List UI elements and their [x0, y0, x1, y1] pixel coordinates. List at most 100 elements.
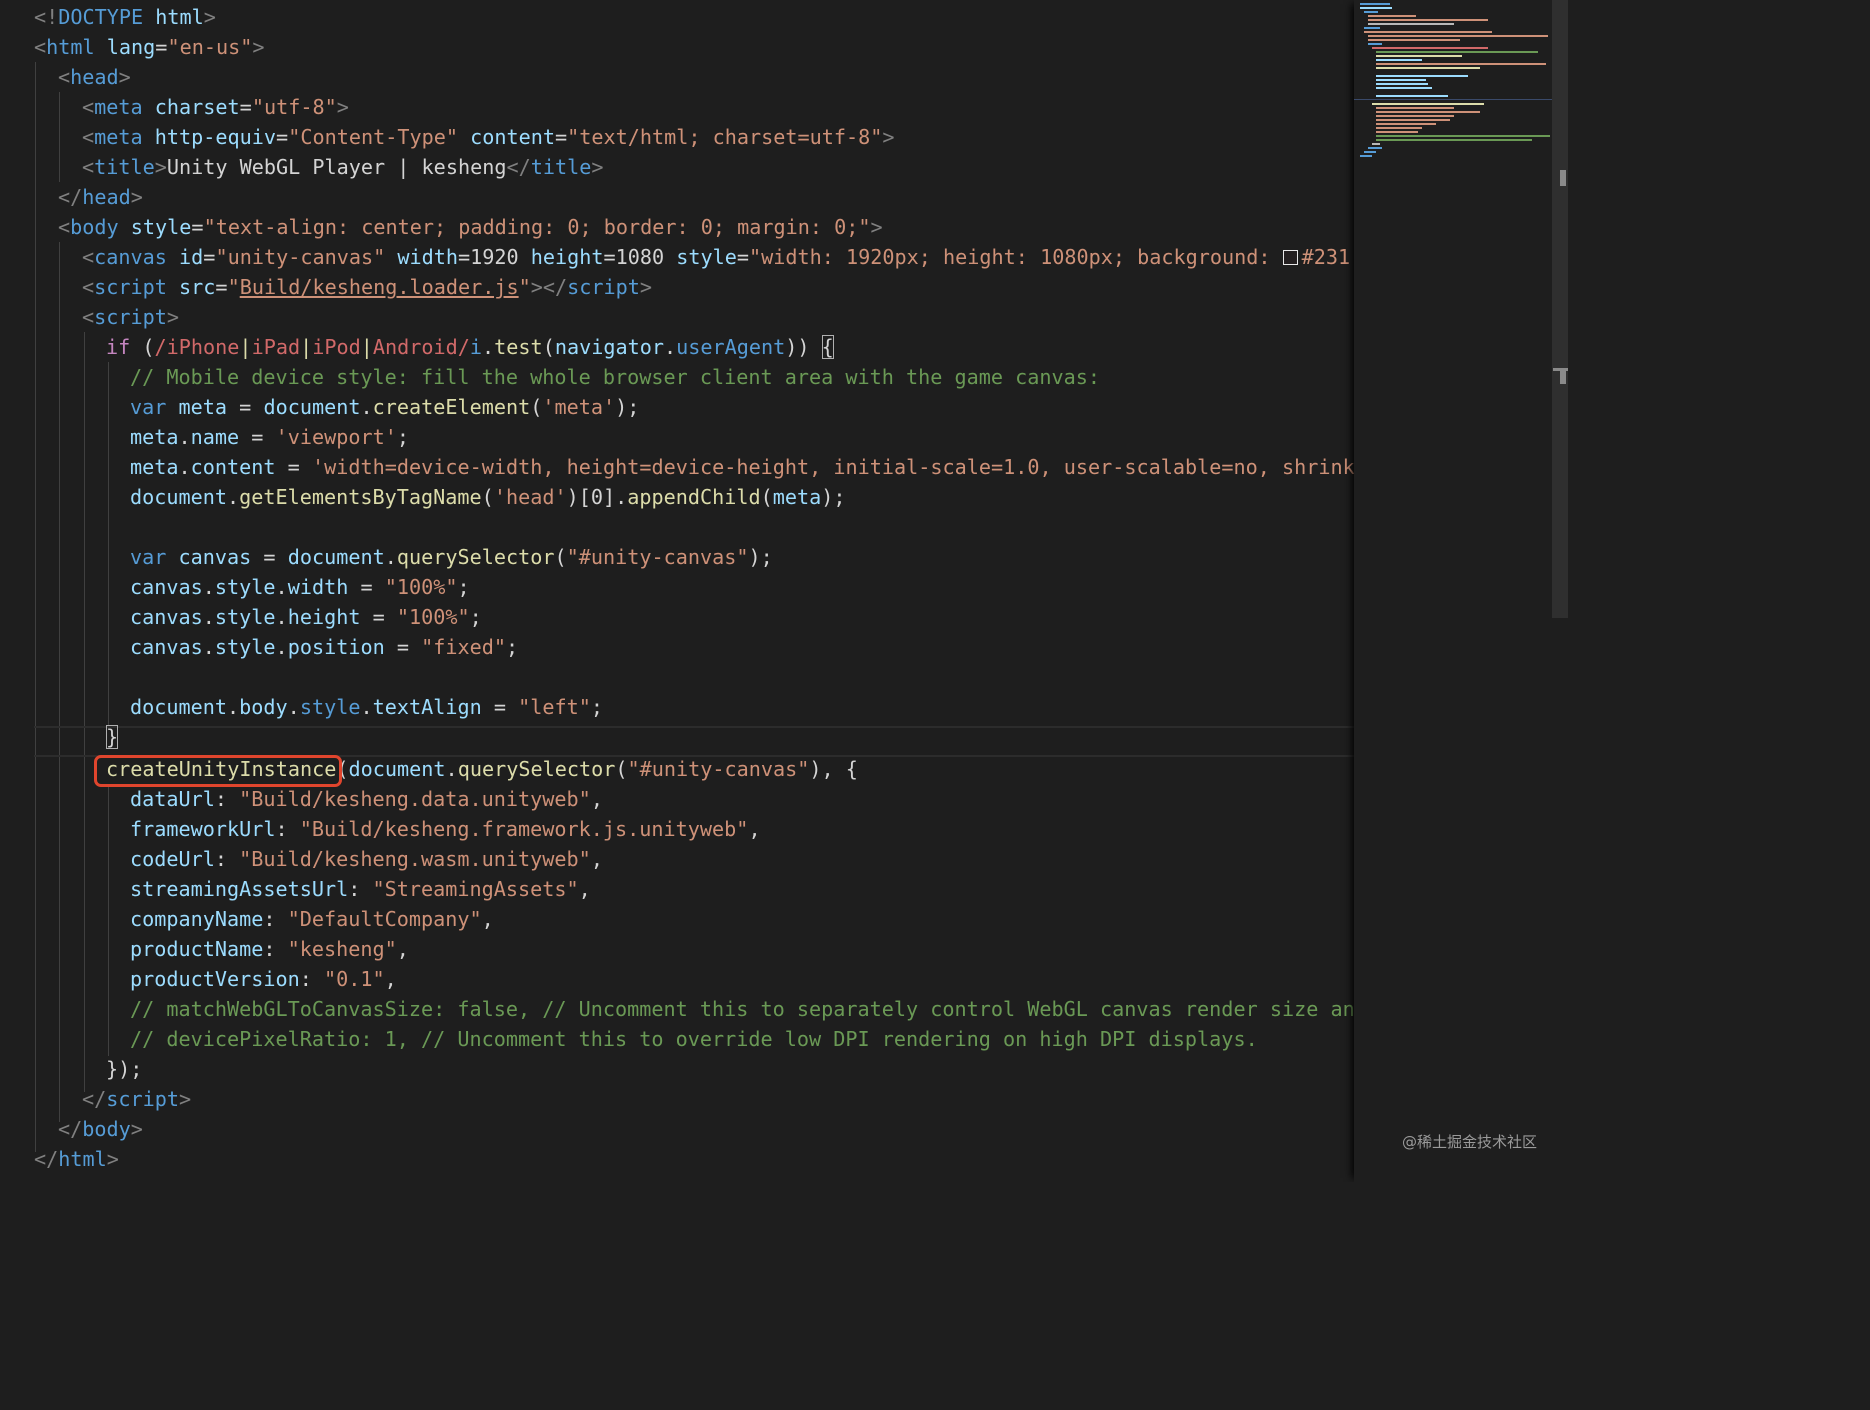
- code-line[interactable]: canvas.style.position = "fixed";: [130, 632, 518, 662]
- code-line[interactable]: streamingAssetsUrl: "StreamingAssets",: [130, 874, 591, 904]
- token: "Build/kesheng.framework.js.unityweb": [299, 817, 749, 841]
- code-line[interactable]: <head>: [58, 62, 131, 92]
- token: =: [215, 275, 228, 299]
- code-line[interactable]: companyName: "DefaultCompany",: [130, 904, 494, 934]
- color-swatch-icon[interactable]: [1282, 250, 1298, 265]
- minimap-line: [1376, 87, 1432, 89]
- token: =: [155, 35, 168, 59]
- code-line[interactable]: </head>: [58, 182, 143, 212]
- token: <: [82, 305, 95, 329]
- code-line[interactable]: // matchWebGLToCanvasSize: false, // Unc…: [130, 994, 1354, 1024]
- token: title: [530, 155, 592, 179]
- token: body: [239, 695, 288, 719]
- token: var: [130, 545, 167, 569]
- token: "100%": [384, 575, 458, 599]
- token: textAlign: [372, 695, 482, 719]
- token: src: [166, 275, 216, 299]
- code-line[interactable]: meta.content = 'width=device-width, heig…: [130, 452, 1354, 482]
- minimap-line: [1364, 151, 1376, 153]
- code-line[interactable]: canvas.style.height = "100%";: [130, 602, 482, 632]
- token: codeUrl: [130, 847, 215, 871]
- token: canvas: [94, 245, 167, 269]
- token: canvas: [130, 575, 203, 599]
- code-line[interactable]: <!DOCTYPE html>: [34, 2, 216, 32]
- token: head: [70, 65, 119, 89]
- code-line[interactable]: var meta = document.createElement('meta'…: [130, 392, 639, 422]
- code-line[interactable]: frameworkUrl: "Build/kesheng.framework.j…: [130, 814, 761, 844]
- token: ;: [590, 695, 604, 719]
- token: "left": [518, 695, 591, 719]
- code-line[interactable]: canvas.style.width = "100%";: [130, 572, 470, 602]
- scrollbar-thumb[interactable]: [1552, 0, 1568, 618]
- code-line[interactable]: }: [106, 722, 119, 752]
- code-line[interactable]: productName: "kesheng",: [130, 934, 409, 964]
- code-line[interactable]: codeUrl: "Build/kesheng.wasm.unityweb",: [130, 844, 603, 874]
- token: userAgent: [676, 335, 786, 359]
- token: .: [227, 485, 240, 509]
- minimap-line: [1368, 147, 1382, 149]
- token: id: [166, 245, 204, 269]
- token: .: [202, 605, 215, 629]
- token: style: [214, 605, 276, 629]
- code-line[interactable]: <script>: [82, 302, 179, 332]
- token: </: [58, 1117, 83, 1141]
- code-line[interactable]: dataUrl: "Build/kesheng.data.unityweb",: [130, 784, 603, 814]
- indent-guide: [84, 332, 85, 1092]
- code-line[interactable]: <canvas id="unity-canvas" width=1920 hei…: [82, 242, 1350, 272]
- file-link[interactable]: Build/kesheng.loader.js: [240, 275, 519, 299]
- code-line[interactable]: <script src="Build/kesheng.loader.js"></…: [82, 272, 652, 302]
- code-line[interactable]: document.body.style.textAlign = "left";: [130, 692, 603, 722]
- token: >: [203, 5, 216, 29]
- token: "#unity-canvas": [566, 545, 749, 569]
- minimap-line: [1376, 135, 1550, 137]
- token: ": [227, 275, 240, 299]
- token: .: [275, 575, 288, 599]
- minimap-line: [1360, 7, 1392, 9]
- token: .: [482, 335, 495, 359]
- token: (: [130, 335, 155, 359]
- token: );: [615, 395, 640, 419]
- token: =: [191, 215, 204, 239]
- code-line[interactable]: </body>: [58, 1114, 143, 1144]
- token: :: [214, 847, 240, 871]
- token: meta: [130, 425, 179, 449]
- token: ), {: [809, 757, 858, 781]
- token: height: [518, 245, 604, 269]
- code-line[interactable]: document.getElementsByTagName('head')[0]…: [130, 482, 846, 512]
- code-line[interactable]: meta.name = 'viewport';: [130, 422, 409, 452]
- vertical-scrollbar[interactable]: [1552, 0, 1568, 1182]
- token: .: [202, 635, 215, 659]
- token: "DefaultCompany": [287, 907, 482, 931]
- token: getElementsByTagName: [239, 485, 482, 509]
- scrollbar-marker: [1560, 170, 1566, 186]
- code-area[interactable]: <!DOCTYPE html> <html lang="en-us"> <hea…: [0, 0, 1354, 1182]
- token: :: [214, 787, 240, 811]
- code-line[interactable]: });: [106, 1054, 142, 1084]
- token: >: [166, 305, 180, 329]
- token: dataUrl: [130, 787, 215, 811]
- code-line[interactable]: if (/iPhone|iPad|iPod|Android/i.test(nav…: [106, 332, 834, 362]
- annotation-highlight-box: [94, 755, 342, 787]
- code-line[interactable]: <meta http-equiv="Content-Type" content=…: [82, 122, 895, 152]
- code-line[interactable]: <meta charset="utf-8">: [82, 92, 349, 122]
- token: </: [34, 1147, 59, 1171]
- code-line[interactable]: </html>: [34, 1144, 119, 1174]
- minimap-line: [1372, 47, 1488, 49]
- minimap-line: [1376, 51, 1538, 53]
- token: |: [300, 335, 313, 359]
- code-line[interactable]: <body style="text-align: center; padding…: [58, 212, 883, 242]
- token: <: [82, 245, 95, 269]
- minimap[interactable]: [1354, 0, 1552, 1182]
- code-line[interactable]: // Mobile device style: fill the whole b…: [130, 362, 1100, 392]
- token: document: [130, 695, 228, 719]
- code-line[interactable]: var canvas = document.querySelector("#un…: [130, 542, 773, 572]
- code-line[interactable]: <html lang="en-us">: [34, 32, 264, 62]
- token: <: [58, 65, 71, 89]
- code-line[interactable]: <title>Unity WebGL Player | kesheng</tit…: [82, 152, 604, 182]
- code-editor[interactable]: <!DOCTYPE html> <html lang="en-us"> <hea…: [0, 0, 1568, 1182]
- code-line[interactable]: productVersion: "0.1",: [130, 964, 397, 994]
- code-line[interactable]: // devicePixelRatio: 1, // Uncomment thi…: [130, 1024, 1258, 1054]
- code-line[interactable]: </script>: [82, 1084, 191, 1114]
- token: =1080: [603, 245, 665, 269]
- code-comment: // devicePixelRatio: 1, // Uncomment thi…: [130, 1027, 1258, 1051]
